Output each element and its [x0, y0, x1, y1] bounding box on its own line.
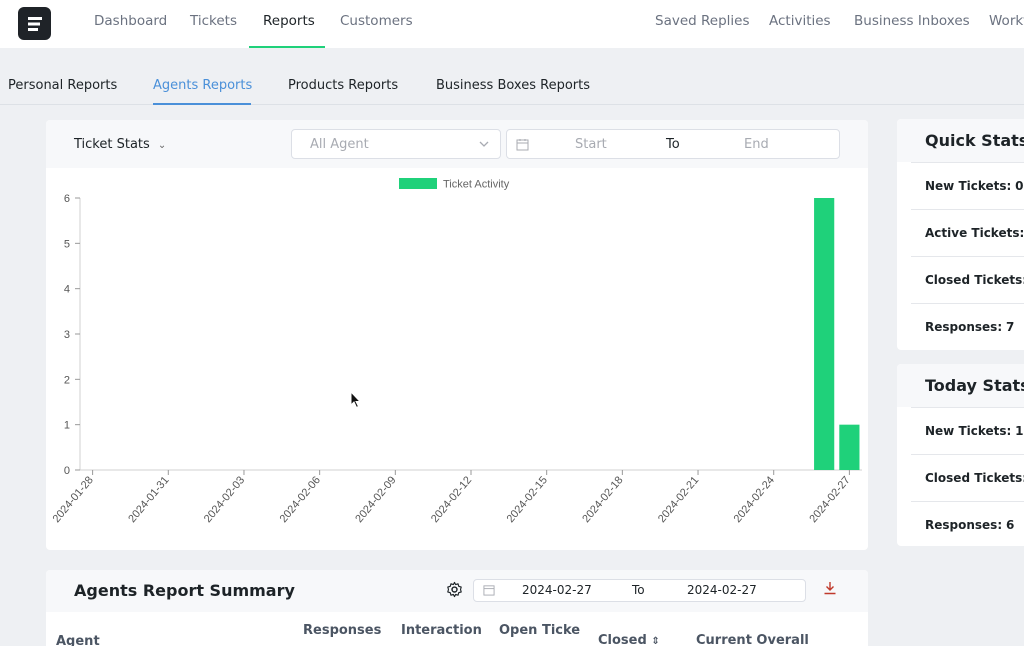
stat-value: 1: [1015, 424, 1024, 438]
legend-swatch: [399, 178, 437, 189]
x-tick-label: 2024-02-18: [580, 474, 625, 525]
download-icon[interactable]: [823, 581, 837, 595]
y-tick-label: 5: [64, 238, 70, 250]
date-range-separator: To: [666, 137, 680, 152]
y-tick-label: 0: [64, 465, 70, 477]
x-tick-label: 2024-02-27: [807, 474, 852, 525]
summary-date-separator: To: [632, 583, 645, 597]
nav-business-inboxes[interactable]: Business Inboxes: [854, 0, 970, 48]
calendar-icon: [516, 139, 529, 151]
chevron-down-icon: [479, 141, 489, 147]
legend-label: Ticket Activity: [443, 179, 510, 191]
summary-header: Agents Report Summary 2024-02-27 To 2024…: [46, 570, 868, 612]
summary-date-range[interactable]: 2024-02-27 To 2024-02-27: [473, 579, 806, 602]
stat-label: Responses:: [925, 518, 1003, 532]
y-tick-label: 3: [64, 329, 70, 341]
sort-icon: ⇕: [651, 636, 660, 646]
nav-active-indicator: [249, 46, 325, 48]
stat-value: 6: [1005, 518, 1015, 532]
stat-label: Closed Tickets:: [925, 273, 1024, 287]
gear-icon[interactable]: [446, 581, 463, 598]
stat-label: Closed Tickets:: [925, 471, 1024, 485]
calendar-icon: [483, 585, 495, 596]
y-tick-label: 4: [64, 284, 70, 296]
chevron-down-icon: ⌄: [157, 140, 167, 151]
x-tick-label: 2024-02-24: [732, 474, 777, 525]
today-stat-closed-tickets: Closed Tickets: 2: [911, 454, 1024, 501]
app-logo[interactable]: [18, 7, 51, 40]
column-interaction: Interaction: [401, 623, 482, 638]
column-closed-label: Closed: [598, 633, 647, 646]
tab-agents-reports[interactable]: Agents Reports: [153, 78, 252, 93]
date-range-picker[interactable]: Start To End: [506, 129, 840, 159]
today-stat-responses: Responses: 6: [911, 501, 1024, 546]
nav-dashboard[interactable]: Dashboard: [94, 0, 167, 48]
nav-tickets[interactable]: Tickets: [190, 0, 237, 48]
today-stat-new-tickets: New Tickets: 1: [911, 407, 1024, 454]
ticket-stats-card: Ticket Stats ⌄ All Agent Start To End Ti…: [46, 120, 868, 550]
x-tick-label: 2024-01-31: [126, 474, 171, 525]
quick-stats-title: Quick Stats: [925, 131, 1024, 150]
ticket-stats-dropdown[interactable]: Ticket Stats ⌄: [74, 137, 166, 152]
nav-activities[interactable]: Activities: [769, 0, 831, 48]
x-tick-label: 2024-02-12: [429, 474, 474, 525]
today-stats-title: Today Stats: [925, 376, 1024, 395]
nav-saved-replies[interactable]: Saved Replies: [655, 0, 750, 48]
y-tick-label: 2: [64, 374, 70, 386]
date-start-input[interactable]: Start: [575, 137, 607, 152]
quick-stat-new-tickets: New Tickets: 0: [911, 162, 1024, 209]
chart-bar: [839, 424, 860, 470]
quick-stat-closed-tickets: Closed Tickets: 3: [911, 256, 1024, 303]
x-tick-label: 2024-02-15: [505, 474, 550, 525]
agent-select[interactable]: All Agent: [291, 129, 501, 159]
y-tick-label: 6: [64, 193, 70, 205]
summary-date-from[interactable]: 2024-02-27: [522, 583, 592, 597]
summary-title: Agents Report Summary: [74, 581, 295, 600]
logo-icon: [27, 16, 42, 31]
nav-customers[interactable]: Customers: [340, 0, 413, 48]
x-tick-label: 2024-01-28: [51, 474, 96, 525]
nav-workflows[interactable]: Workf: [989, 0, 1024, 48]
x-tick-label: 2024-02-09: [353, 474, 398, 525]
ticket-activity-chart: Ticket Activity 0 1 2 3 4 5 6 2024-01-28 2024-01-…: [51, 178, 862, 525]
x-tick-label: 2024-02-21: [656, 474, 701, 525]
y-tick-label: 1: [64, 420, 70, 432]
agent-select-placeholder: All Agent: [310, 137, 369, 152]
top-navigation: Dashboard Tickets Reports Customers Save…: [0, 0, 1024, 48]
quick-stat-responses: Responses: 7: [911, 303, 1024, 350]
chart-bar: [814, 198, 835, 470]
chart-card-header: Ticket Stats ⌄ All Agent Start To End: [46, 120, 868, 168]
agents-report-summary-card: Agents Report Summary 2024-02-27 To 2024…: [46, 570, 868, 646]
x-tick-label: 2024-02-06: [278, 474, 323, 525]
today-stats-card: Today Stats New Tickets: 1 Closed Ticket…: [897, 364, 1024, 546]
column-current-overall: Current Overall: [696, 633, 809, 646]
tab-products-reports[interactable]: Products Reports: [288, 78, 398, 93]
stat-label: Responses:: [925, 320, 1003, 334]
stat-label: New Tickets:: [925, 179, 1012, 193]
quick-stats-header: Quick Stats: [897, 119, 1024, 162]
tab-active-indicator: [153, 103, 251, 105]
stat-value: 7: [1005, 320, 1015, 334]
tab-personal-reports[interactable]: Personal Reports: [8, 78, 117, 93]
nav-reports[interactable]: Reports: [263, 0, 315, 48]
stat-label: Active Tickets:: [925, 226, 1024, 240]
ticket-stats-label: Ticket Stats: [74, 137, 150, 152]
tab-business-boxes-reports[interactable]: Business Boxes Reports: [436, 78, 590, 93]
x-tick-label: 2024-02-03: [202, 474, 247, 525]
quick-stat-active-tickets: Active Tickets: 4: [911, 209, 1024, 256]
stat-value: 0: [1015, 179, 1024, 193]
date-end-input[interactable]: End: [744, 137, 769, 152]
quick-stats-card: Quick Stats New Tickets: 0 Active Ticket…: [897, 119, 1024, 350]
column-closed[interactable]: Closed ⇕: [598, 633, 660, 646]
stat-label: New Tickets:: [925, 424, 1012, 438]
column-responses: Responses: [303, 623, 382, 638]
mouse-cursor-icon: [350, 391, 362, 409]
column-open-tickets: Open Ticke: [499, 623, 581, 638]
today-stats-header: Today Stats: [897, 364, 1024, 407]
column-agent: Agent: [56, 634, 100, 646]
summary-date-to[interactable]: 2024-02-27: [687, 583, 757, 597]
